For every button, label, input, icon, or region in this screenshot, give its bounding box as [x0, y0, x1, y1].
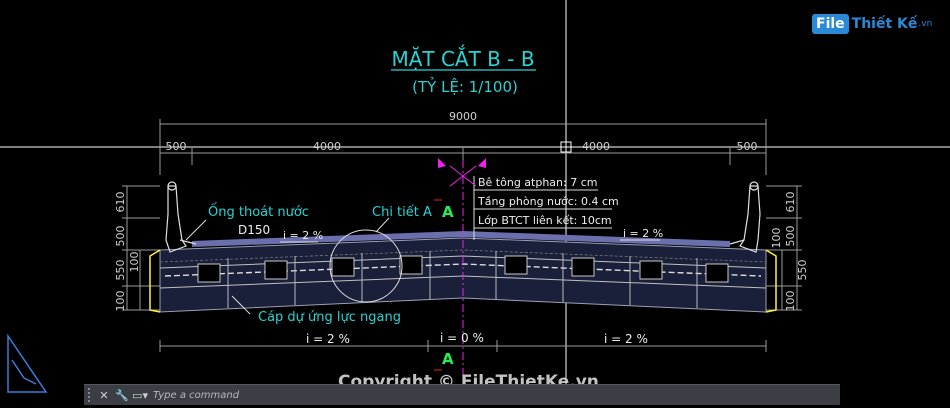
- section-title: MẶT CẮT B - B: [391, 45, 534, 71]
- drawing-canvas[interactable]: MẶT CẮT B - B (TỶ LỆ: 1/100) 9000 500 40…: [0, 0, 950, 404]
- logo-text: Thiết Kế: [851, 16, 918, 32]
- logo-box: File: [812, 14, 849, 34]
- dim-left-v4: 100: [114, 291, 127, 312]
- ucs-icon: [7, 333, 48, 393]
- dim-left-v2: 500: [114, 226, 127, 247]
- dim-left-inner: 100: [128, 252, 141, 273]
- detail-leader: [375, 217, 390, 233]
- command-input[interactable]: Type a command: [153, 390, 239, 401]
- dim-right-v4: 100: [784, 291, 797, 312]
- close-icon[interactable]: ✕: [97, 388, 111, 402]
- left-vertical-dimensions: [122, 185, 160, 311]
- axis-flag-right: [478, 158, 486, 168]
- dim-left-half: 4000: [313, 140, 341, 153]
- detail-a-label: Chi tiết A: [372, 205, 432, 220]
- left-railing: [165, 181, 197, 253]
- slope-top-right: i = 2 %: [623, 227, 663, 240]
- dim-right-cantilever: 500: [737, 140, 758, 153]
- drain-leader: [185, 219, 207, 241]
- dim-right-v2: 500: [784, 226, 797, 247]
- cad-drawing-viewport[interactable]: MẶT CẮT B - B (TỶ LỆ: 1/100) 9000 500 40…: [0, 0, 950, 404]
- cable-label: Cáp dự ứng lực ngang: [258, 310, 401, 325]
- layer-asphalt: Bê tông atphan: 7 cm: [478, 176, 598, 189]
- drain-pipe-label: Ống thoát nước: [208, 203, 309, 220]
- section-mark-top: A: [442, 203, 454, 221]
- logo-domain: .vn: [918, 19, 933, 29]
- section-scale: (TỶ LỆ: 1/100): [412, 76, 518, 96]
- dim-right-v1: 610: [784, 192, 797, 213]
- layer-waterproof: Tầng phòng nước: 0.4 cm: [477, 195, 619, 208]
- slope-bottom-mid: i = 0 %: [440, 331, 484, 345]
- slope-bottom-right: i = 2 %: [604, 332, 648, 346]
- dim-right-v3: 550: [796, 260, 809, 281]
- drain-size-label: D150: [238, 223, 270, 237]
- dim-right-half: 4000: [582, 140, 610, 153]
- command-line-bar[interactable]: ✕ 🔧 ▭▾ Type a command: [84, 384, 840, 405]
- layer-rc: Lớp BTCT liên kết: 10cm: [478, 214, 612, 227]
- dim-left-v1: 610: [114, 192, 127, 213]
- section-mark-bottom: A: [442, 350, 454, 368]
- command-bar-grip[interactable]: [88, 388, 93, 402]
- dim-left-cantilever: 500: [166, 140, 187, 153]
- slope-top-left: i = 2 %: [283, 229, 323, 242]
- customize-wrench-icon[interactable]: 🔧: [115, 388, 129, 402]
- dim-total: 9000: [449, 110, 477, 123]
- site-logo: File Thiết Kế .vn: [812, 14, 932, 34]
- dim-right-inner: 100: [770, 228, 783, 249]
- axis-flag-left: [438, 158, 446, 168]
- dim-left-v3: 550: [114, 260, 127, 281]
- slope-bottom-left: i = 2 %: [306, 332, 350, 346]
- command-history-dropdown-icon[interactable]: ▭▾: [132, 388, 148, 402]
- right-railing: [729, 181, 761, 253]
